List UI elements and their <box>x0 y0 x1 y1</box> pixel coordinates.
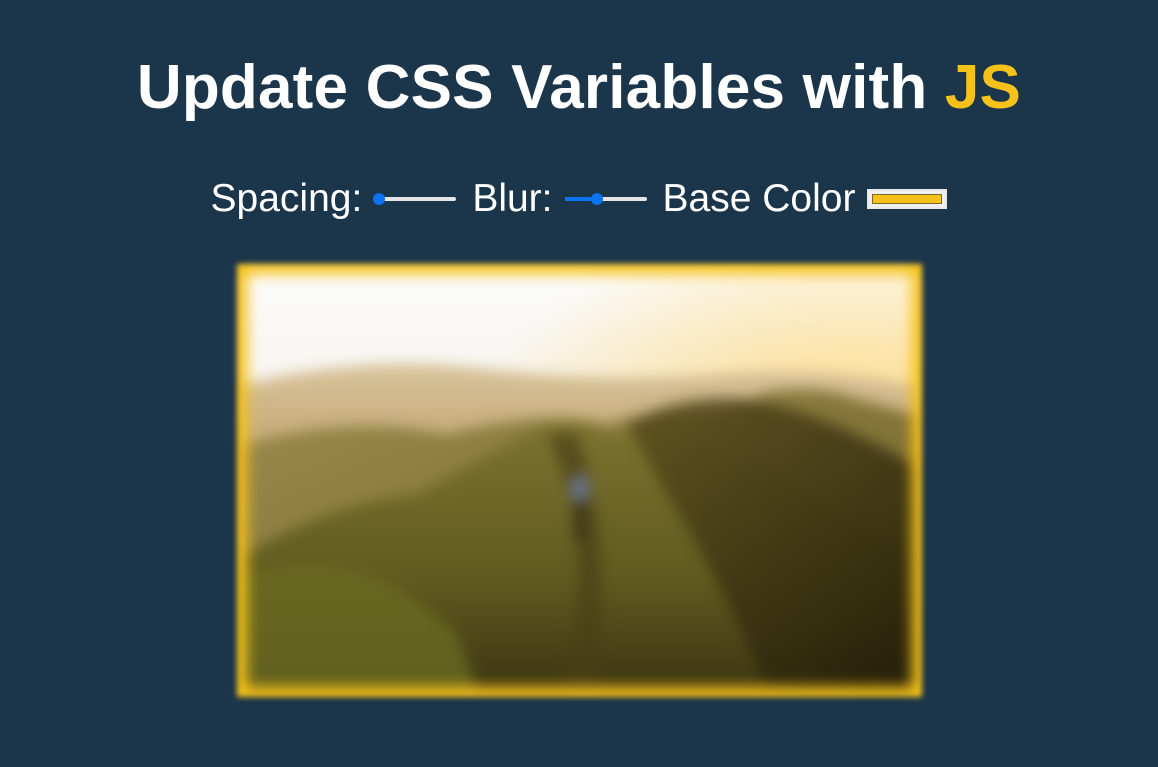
page-title: Update CSS Variables with JS <box>0 52 1158 124</box>
spacing-label: Spacing: <box>210 177 363 220</box>
spacing-slider-track <box>374 197 457 201</box>
title-highlight: JS <box>944 53 1022 122</box>
blur-slider[interactable] <box>564 191 647 207</box>
base-color-picker[interactable] <box>867 189 948 209</box>
controls-bar: Spacing: Blur: Base Color <box>0 176 1158 222</box>
photo-illustration <box>247 274 912 687</box>
base-color-swatch <box>872 194 943 204</box>
title-text: Update CSS Variables with <box>136 53 928 122</box>
blur-label: Blur: <box>472 177 553 220</box>
spacing-slider[interactable] <box>373 191 457 207</box>
base-color-label: Base Color <box>662 177 856 220</box>
mountain-ridge-photo <box>247 274 912 687</box>
spacing-slider-thumb[interactable] <box>373 193 386 205</box>
page: Update CSS Variables with JS Spacing: Bl… <box>0 0 1158 767</box>
blur-slider-thumb[interactable] <box>591 193 604 205</box>
